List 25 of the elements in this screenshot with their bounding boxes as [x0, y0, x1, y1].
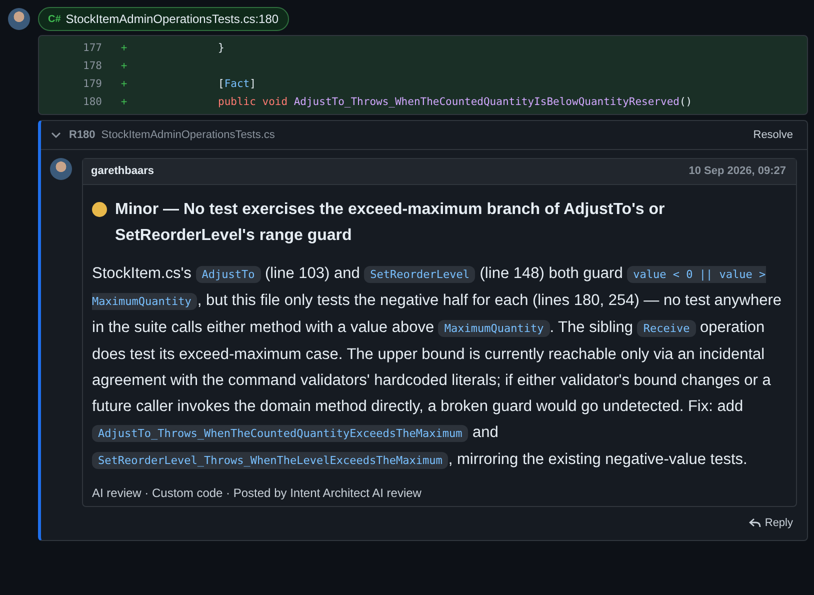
line-number: 179 — [82, 77, 102, 92]
line-number: 177 — [82, 41, 102, 56]
avatar-icon — [8, 8, 30, 30]
file-name: StockItemAdminOperationsTests.cs — [101, 128, 275, 143]
avatar-icon — [50, 158, 72, 180]
resolve-button[interactable]: Resolve — [753, 126, 793, 144]
code-line: } — [218, 41, 224, 56]
added-marker: + — [120, 77, 128, 92]
added-marker: + — [120, 41, 128, 56]
line-number: 178 — [82, 59, 102, 74]
line-reference: R180 — [69, 128, 96, 143]
comment-body: StockItem.cs's AdjustTo (line 103) and SetReorderLevel (line 148) both guard value < 0 || value > MaximumQuantity , but this file only tests the negative half for each (lines 180, 254) — no test anywhere in the suite calls either method with a value above MaximumQuantity . The sibling Receive operation does test its exceed-maximum case. The upper bound is currently reachable only via an incidental agreement with the command validators' hardcoded literals; if either validator's bound changes or a future caller invokes the domain method directly, a broken guard would go undetected. Fix: add AdjustTo_Throws_WhenTheCountedQuantityExceedsTheMaximum and SetReorderLevel_Throws_WhenTheLevelExceedsTheMaximum , mirroring the existing negative-value tests. — [92, 264, 783, 471]
added-marker: + — [120, 95, 128, 110]
comment-date: 10 Sep 2026, 09:27 — [688, 164, 786, 180]
code-line: public void AdjustTo_Throws_WhenTheCountedQuantityIsBelowQuantityReserved() — [218, 95, 692, 110]
file-link[interactable]: C# StockItemAdminOperationsTests.cs:180 — [38, 7, 289, 31]
comment-heading: Minor — No test exercises the exceed-maximum branch of AdjustTo's or SetReorderLevel's range guard — [115, 200, 666, 246]
comment-footer: AI review · Custom code · Posted by Intent Architect AI review — [92, 484, 787, 502]
reply-button[interactable]: Reply — [748, 515, 793, 532]
author-name[interactable]: garethbaars — [91, 163, 154, 180]
reply-arrow-icon — [748, 518, 761, 528]
chevron-down-icon[interactable] — [51, 130, 61, 140]
added-marker: + — [120, 59, 128, 74]
line-number: 180 — [82, 95, 102, 110]
code-line: [Fact] — [218, 77, 256, 92]
